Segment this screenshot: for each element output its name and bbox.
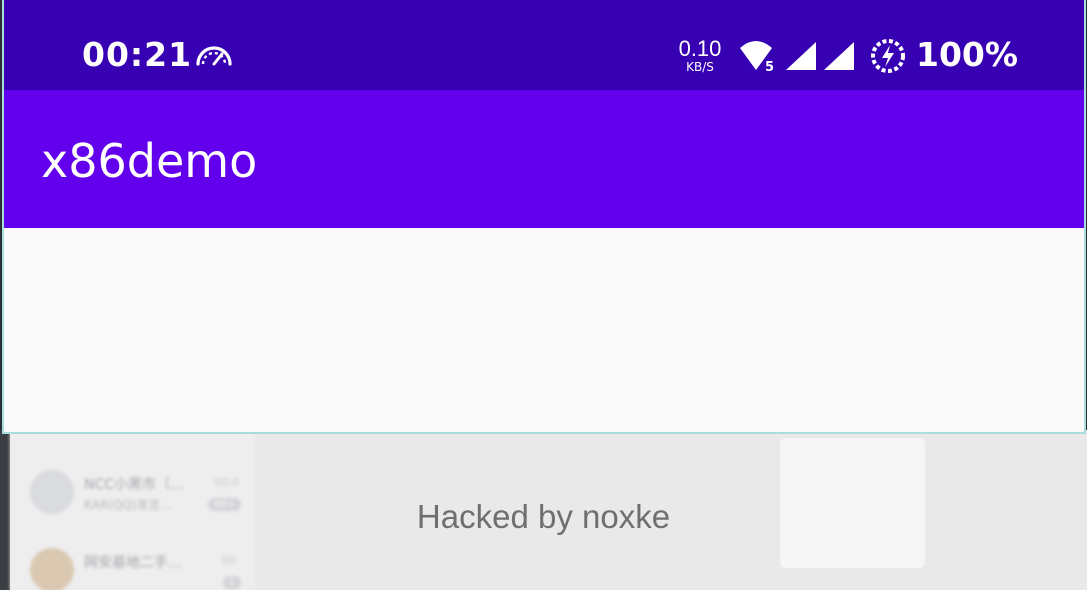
background-app: NCC小黑市（... KAR(QQ)发言... 00:0 99+ 网安基地二手.… bbox=[0, 430, 1087, 590]
battery-saver-icon bbox=[871, 39, 905, 73]
unread-badge: 1 bbox=[222, 576, 241, 589]
list-item[interactable]: 网安基地二手... 00: 1 bbox=[10, 542, 255, 590]
avatar bbox=[30, 548, 74, 590]
page-title: x86demo bbox=[41, 134, 258, 188]
main-content bbox=[4, 228, 1084, 432]
app-bar: x86demo bbox=[4, 90, 1084, 228]
network-speed-unit: KB/S bbox=[686, 60, 714, 74]
phone-window: 00:21 0.10 KB/S 5 100% x86demo bbox=[4, 0, 1084, 432]
wifi-badge: 5 bbox=[765, 60, 774, 74]
battery-percentage: 100% bbox=[916, 35, 1018, 74]
wifi-icon: 5 bbox=[740, 41, 774, 74]
status-bar: 00:21 0.10 KB/S 5 100% bbox=[4, 0, 1084, 90]
speedometer-icon bbox=[196, 46, 232, 66]
status-time: 00:21 bbox=[82, 35, 193, 74]
network-speed: 0.10 KB/S bbox=[672, 36, 728, 74]
chat-name: 网安基地二手... bbox=[84, 555, 182, 571]
chat-time: 00:0 bbox=[214, 476, 239, 489]
hacked-message: Hacked by noxke bbox=[416, 498, 671, 535]
signal-icon bbox=[824, 42, 854, 70]
network-speed-value: 0.10 bbox=[678, 36, 722, 61]
signal-icon bbox=[786, 42, 816, 70]
chat-time: 00: bbox=[221, 554, 239, 567]
chat-name: NCC小黑市（... bbox=[84, 477, 184, 493]
